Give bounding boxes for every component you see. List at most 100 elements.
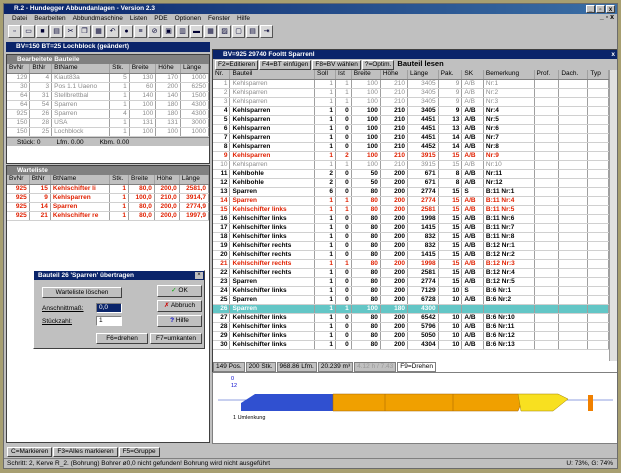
queue-row[interactable]: 925 21 Kehlschifter re 1 80,0 200,0 1997,9 [7,211,210,221]
edited-parts-header[interactable]: BvNr [7,64,31,74]
cut-icon[interactable]: ✂ [64,25,77,38]
abort-button[interactable]: ✗ Abbruch [157,300,202,312]
copy-icon[interactable]: ❐ [78,25,91,38]
edited-parts-header[interactable]: BtNr [29,64,53,74]
insert-part-button[interactable]: F4=BT einfügen [259,59,312,70]
part-row[interactable]: 16 Kehlschifter links 1 0 80 200 1998 15 A/B B:11… [213,214,609,224]
parts-header[interactable]: Bauteil [229,70,316,80]
parts-header[interactable]: Ist [335,70,352,80]
parts-header[interactable]: Prof. [534,70,560,80]
queue-header[interactable]: Stk. [109,175,130,185]
paste-icon[interactable]: ▦ [92,25,105,38]
part-row[interactable]: 10 Kehlsparren 1 1 100 210 3915 15 A/B Nr:10 [213,160,609,170]
parts-close-icon[interactable]: x [611,50,615,59]
part-row[interactable]: 25 Sparren 1 0 80 200 6728 10 A/B B:6 Nr:2 [213,295,609,305]
part-row[interactable]: 26 Sparren 1 1 100 180 4300 [213,304,609,314]
menu-abbundmaschine[interactable]: Abbundmaschine [73,14,123,24]
part-row[interactable]: 12 Kehlbohle 2 0 50 200 671 8 A/B Nr:12 [213,178,609,188]
exit-icon[interactable]: ⇥ [260,25,273,38]
save-icon[interactable]: ■ [36,25,49,38]
menu-hilfe[interactable]: Hilfe [237,14,250,24]
clear-queue-button[interactable]: Warteliste löschen [42,287,122,298]
group-button[interactable]: F5=Gruppe [118,447,160,457]
parts-header[interactable]: Breite [351,70,381,80]
new-file-icon[interactable]: ▫ [8,25,21,38]
parts-header[interactable]: SK [461,70,484,80]
parts-header[interactable]: Pak. [438,70,463,80]
edited-parts-header[interactable]: Länge [180,64,209,74]
part-row[interactable]: 11 Kehlbohle 2 0 50 200 671 8 A/B Nr:11 [213,169,609,179]
cut-input[interactable]: 0,0 [96,303,122,313]
queue-header[interactable]: BtName [50,175,111,185]
menu-bearbeiten[interactable]: Bearbeiten [34,14,65,24]
dialog-close-icon[interactable]: × [195,272,203,279]
close-button[interactable]: x [606,5,615,13]
queue-header[interactable]: BvNr [7,175,30,185]
count-input[interactable]: 1 [96,316,122,326]
mark-button[interactable]: C=Markieren [7,447,53,457]
queue-header[interactable]: BtNr [29,175,51,185]
mark-all-button[interactable]: F3=Alles markieren [53,447,118,457]
menu-fenster[interactable]: Fenster [208,14,230,24]
part-row[interactable]: 22 Kehlschifter rechts 1 0 80 200 2581 15 A/B B:1… [213,268,609,278]
mdi-controls[interactable]: _ ▫ x [600,14,614,21]
edit-button[interactable]: F2=Editieren [215,59,259,70]
queue-row[interactable]: 925 15 Kehlschifter li 1 80,0 200,0 2581,0 [7,184,210,194]
record-icon[interactable]: ● [120,25,133,38]
minimize-button[interactable]: _ [586,5,595,13]
part-row[interactable]: 3 Kehlsparren 1 1 100 210 3405 9 A/B Nr:3 [213,97,609,107]
part-row[interactable]: 19 Kehlschifter rechts 1 0 80 200 832 15 A/B B:12… [213,241,609,251]
part-row[interactable]: 4 Kehlsparren 1 0 100 210 3405 9 A/B Nr:4 [213,106,609,116]
part-row[interactable]: 28 Kehlschifter links 1 0 80 200 5796 10 A/B B:6 … [213,322,609,332]
grid-icon[interactable]: ▦ [204,25,217,38]
chart-icon[interactable]: ▨ [218,25,231,38]
queue-row[interactable]: 925 9 Kehlsparren 1 100,0 210,0 3914,7 [7,193,210,203]
part-row[interactable]: 21 Kehlschifter rechts 1 1 80 200 1998 15 A/B B:1… [213,259,609,269]
beam-icon[interactable]: ▬ [190,25,203,38]
rotate-view-button[interactable]: F9=Drehen [397,362,436,372]
table-row[interactable]: 64 31 Stellbrettbal 1 140 140 1500 [7,91,209,101]
menu-listen[interactable]: Listen [130,14,147,24]
parts-header[interactable]: Typ [587,70,609,80]
edited-parts-header[interactable]: Stk. [109,64,130,74]
part-row[interactable]: 24 Kehlschifter links 1 0 80 200 7129 10 S B:6 Nr… [213,286,609,296]
print-icon[interactable]: ▤ [50,25,63,38]
table-row[interactable]: 150 25 Lochblock 1 100 100 1000 [7,127,209,137]
ok-button[interactable]: ✓ OK [157,285,202,297]
table-row[interactable]: 925 26 Sparren 4 100 180 4300 [7,109,209,119]
help-button[interactable]: ? Hilfe [157,315,202,327]
parts-header[interactable]: Bemerkung [483,70,535,80]
app-titlebar[interactable]: R.2 - Hundegger Abbundanlagen - Version … [4,4,617,14]
part-row[interactable]: 5 Kehlsparren 1 0 100 210 4451 13 A/B Nr:5 [213,115,609,125]
select-bv-button[interactable]: F8=BV wählen [312,59,361,70]
edited-parts-header[interactable]: Höhe [155,64,182,74]
part-row[interactable]: 30 Kehlschifter links 1 0 80 200 4304 10 A/B B:6 … [213,340,609,350]
edited-parts-header[interactable]: Breite [129,64,157,74]
optimize-button[interactable]: ?=Optim. [361,59,395,70]
menu-pde[interactable]: PDE [154,14,167,24]
parts-header[interactable]: Dach. [558,70,589,80]
table-row[interactable]: 30 3 Pos 1.1 Uaeno 1 60 200 6250 [7,82,209,92]
menu-optionen[interactable]: Optionen [175,14,201,24]
list-icon[interactable]: ≡ [134,25,147,38]
parts-scrollbar[interactable] [609,70,617,361]
edited-parts-header[interactable]: BtName [51,64,111,74]
part-row[interactable]: 17 Kehlschifter links 1 0 80 200 1415 15 A/B B:11… [213,223,609,233]
rotate-button[interactable]: F6=drehen [96,333,148,344]
bv-window[interactable]: BV=150 BT=25 Lochblock (geändert) [6,42,210,52]
parts-header[interactable]: Länge [407,70,439,80]
open-file-icon[interactable]: ▭ [22,25,35,38]
maximize-button[interactable]: ▫ [596,5,605,13]
parts-window-title[interactable]: BV=925 29740 Fooltt Sparrenl x [213,50,617,59]
part-row[interactable]: 20 Kehlschifter rechts 1 0 80 200 1415 15 A/B B:1… [213,250,609,260]
part-row[interactable]: 15 Kehlschifter links 1 1 80 200 2581 15 A/B B:11… [213,205,609,215]
part-row[interactable]: 8 Kehlsparren 1 0 100 210 4452 14 A/B Nr:8 [213,142,609,152]
part-row[interactable]: 9 Kehlsparren 1 2 100 210 3915 15 A/B Nr:9 [213,151,609,161]
undo-icon[interactable]: ↶ [106,25,119,38]
part-row[interactable]: 14 Sparren 1 1 80 200 2774 15 A/B B:11 Nr:4 [213,196,609,206]
parts-header[interactable]: Soll [314,70,337,80]
calc-icon[interactable]: ▣ [162,25,175,38]
window-icon[interactable]: ▢ [232,25,245,38]
part-row[interactable]: 23 Sparren 1 0 80 200 2774 15 A/B B:12 Nr:5 [213,277,609,287]
part-row[interactable]: 13 Sparren 6 0 80 200 2774 15 S B:11 Nr:1 [213,187,609,197]
